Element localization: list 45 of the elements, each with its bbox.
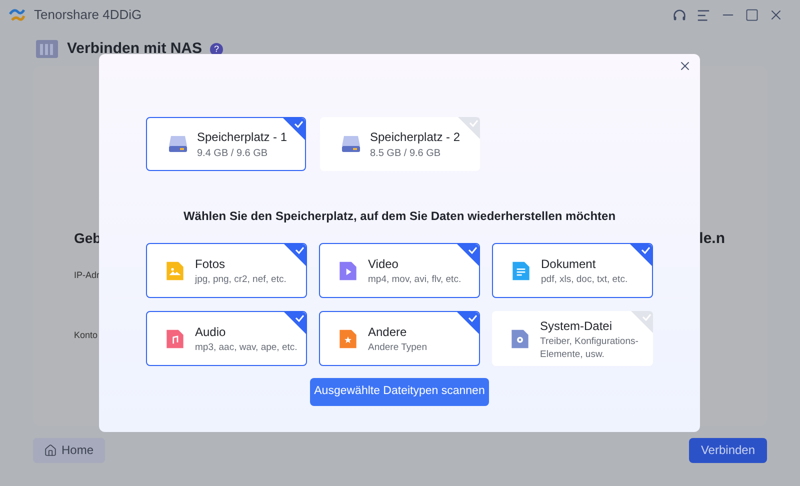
home-icon	[44, 444, 58, 456]
file-type-name: Fotos	[195, 256, 226, 273]
storage-card[interactable]: Speicherplatz - 2 8.5 GB / 9.6 GB	[320, 117, 480, 171]
file-type-extensions: pdf, xls, doc, txt, etc.	[541, 273, 629, 286]
file-type-extensions: Andere Typen	[368, 341, 428, 354]
file-type-card[interactable]: System-Datei Treiber, Konfigurations-Elemente, usw.	[492, 311, 653, 366]
storage-usage: 9.4 GB / 9.6 GB	[197, 146, 269, 160]
file-type-extensions: mp4, mov, avi, flv, etc.	[368, 273, 462, 286]
file-type-extensions: Treiber, Konfigurations-Elemente, usw.	[540, 334, 640, 360]
file-type-card[interactable]: Fotos jpg, png, cr2, nef, etc.	[146, 243, 307, 298]
maximize-icon[interactable]	[745, 8, 759, 22]
storage-name: Speicherplatz - 2	[370, 128, 460, 146]
account-label: Konto	[74, 328, 98, 342]
heading-text: le.n	[699, 228, 725, 248]
file-type-name: Video	[368, 256, 400, 273]
ip-address-label: IP-Adr	[74, 269, 100, 282]
home-button[interactable]: Home	[33, 438, 105, 462]
file-type-card[interactable]: Dokument pdf, xls, doc, txt, etc.	[492, 243, 653, 298]
file-type-name: Dokument	[541, 256, 597, 273]
file-type-extensions: jpg, png, cr2, nef, etc.	[195, 273, 288, 286]
app-title: Tenorshare 4DDiG	[34, 6, 142, 24]
file-type-card[interactable]: Video mp4, mov, avi, flv, etc.	[319, 243, 480, 298]
nas-icon	[35, 39, 59, 60]
file-type-name: Andere	[368, 324, 408, 341]
storage-usage: 8.5 GB / 9.6 GB	[370, 146, 442, 160]
drive-icon	[340, 134, 362, 154]
check-corner-icon	[283, 118, 305, 140]
page-title: Verbinden mit NAS	[67, 39, 202, 59]
check-corner-icon	[458, 117, 480, 139]
file-type-card[interactable]: Audio mp3, aac, wav, ape, etc.	[146, 311, 307, 366]
close-icon[interactable]	[678, 59, 692, 73]
prompt-text: Wählen Sie den Speicherplatz, auf dem Sie Daten wiederherstellen möchten	[183, 208, 616, 225]
file-type-name: Audio	[195, 324, 227, 341]
headset-icon[interactable]	[672, 8, 687, 22]
storage-name: Speicherplatz - 1	[197, 128, 288, 146]
drive-icon	[167, 134, 189, 154]
file-type-name: System-Datei	[540, 318, 614, 334]
scan-button[interactable]: Ausgewählte Dateitypen scannen	[310, 378, 489, 406]
storage-card[interactable]: Speicherplatz - 1 9.4 GB / 9.6 GB	[146, 117, 306, 171]
menu-icon[interactable]	[696, 8, 711, 22]
logo-icon	[8, 6, 26, 24]
help-badge[interactable]: ?	[210, 42, 224, 56]
file-type-card[interactable]: Andere Andere Typen	[319, 311, 480, 366]
file-type-extensions: mp3, aac, wav, ape, etc.	[195, 341, 298, 354]
connect-button[interactable]: Verbinden	[689, 438, 767, 462]
